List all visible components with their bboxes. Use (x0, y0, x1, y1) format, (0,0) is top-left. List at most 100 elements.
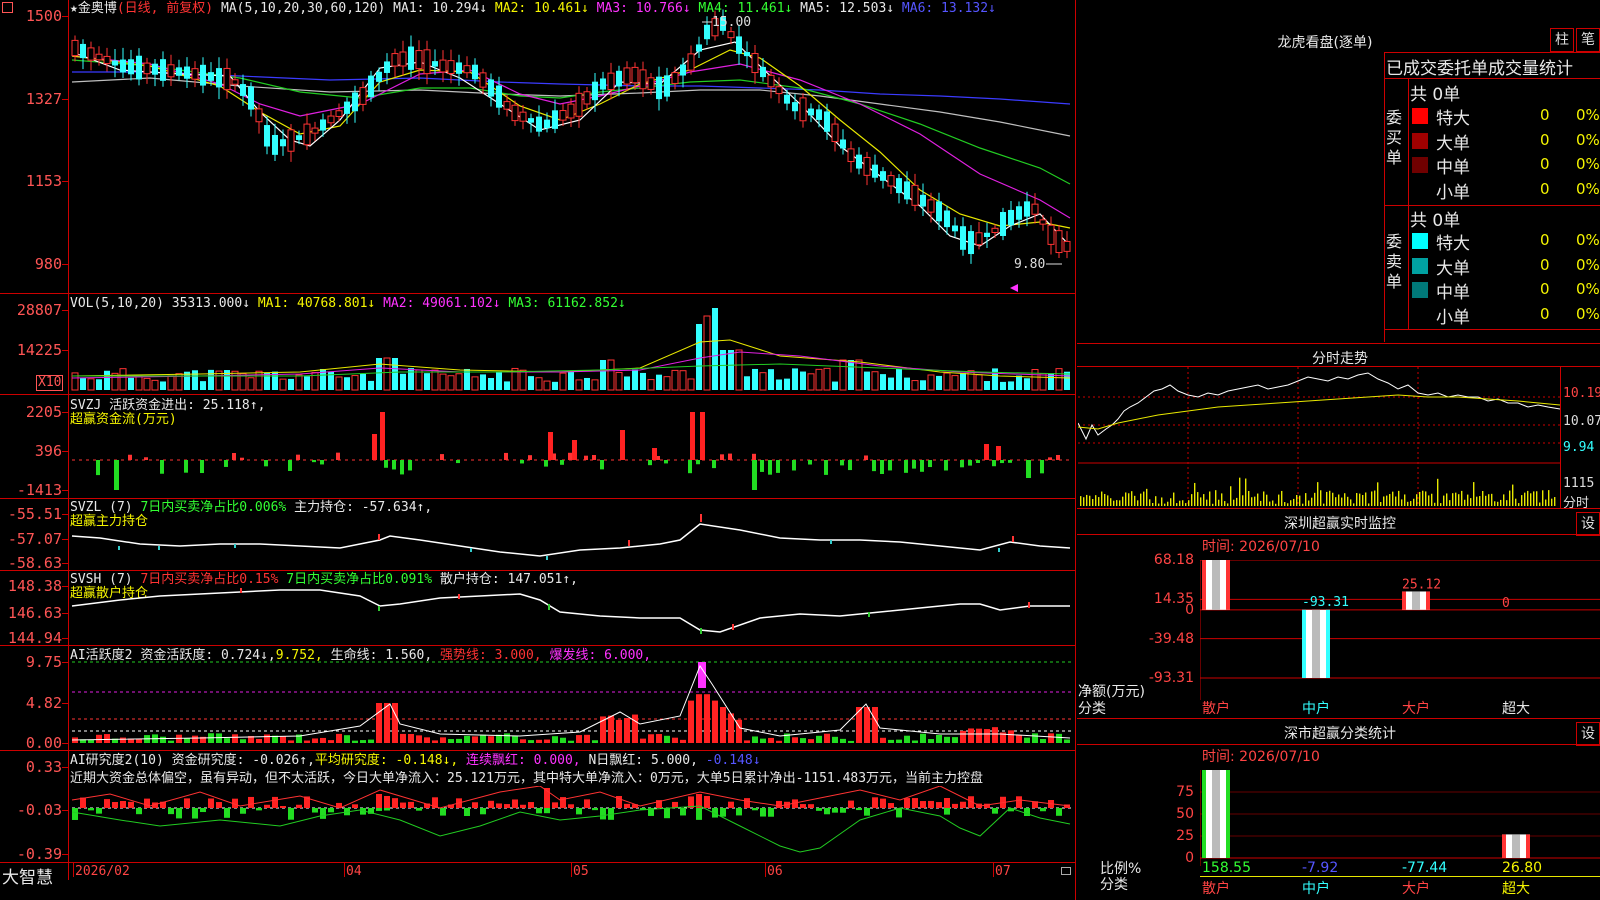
svzl-chart[interactable] (69, 499, 1075, 569)
intraday-vol-bar (1125, 492, 1127, 506)
candle (680, 64, 686, 76)
monitor-title: 深圳超赢实时监控 (1284, 516, 1396, 532)
intraday-vol-bar (1494, 501, 1496, 506)
row-pct: 0% (1576, 179, 1600, 198)
svzj-bar (944, 460, 948, 471)
intraday-vol-bar (1473, 482, 1475, 506)
ai1-bar (592, 740, 598, 743)
intraday-vol-bar (1356, 493, 1358, 506)
ai1-bar (216, 733, 222, 743)
monitor-bar-edge (1426, 591, 1430, 610)
candle (255, 108, 263, 123)
intraday-y-label: 9.94 (1563, 440, 1595, 455)
intraday-vol-bar (1497, 501, 1499, 506)
monitor-bar-label: 0 (1502, 596, 1510, 611)
x-label: 05 (573, 864, 589, 879)
intraday-vol-bar (1134, 495, 1136, 506)
ai1-chart[interactable] (69, 646, 1075, 749)
ai1-bar (232, 734, 238, 743)
vol-bar (640, 372, 646, 390)
ai1-bar (336, 733, 342, 743)
lock-icon[interactable] (1061, 867, 1071, 875)
candle (544, 119, 550, 129)
intraday-vol-bar (1146, 488, 1148, 506)
menu-corner-icon[interactable] (2, 2, 13, 13)
classify-chart[interactable] (1200, 770, 1600, 866)
ai2-part3: 连续飘红: 0.000, (466, 753, 581, 768)
svzj-bar (400, 460, 404, 475)
ai1-bar (776, 740, 782, 743)
candle (656, 76, 662, 100)
ai2-bar (760, 808, 766, 817)
intraday-vol-bar (1551, 498, 1553, 506)
ai2-chart[interactable] (69, 786, 1075, 861)
y-tick (62, 586, 68, 587)
sell-total: 共 0单 (1410, 211, 1461, 231)
tick-mode-button[interactable]: 笔 (1576, 28, 1600, 52)
row-value: 0 (1540, 304, 1550, 323)
candle (583, 91, 591, 105)
ai2-part5: -0.148↓ (705, 753, 761, 768)
ai2-bar (880, 798, 886, 808)
vol-bar (848, 360, 854, 390)
brand-label: 大智慧 (2, 868, 53, 888)
monitor-bar-edge (1226, 560, 1230, 610)
ai2-bar (296, 804, 302, 808)
candle (511, 104, 519, 122)
ai1-y-label: 9.75 (25, 653, 62, 671)
ai1-bar (360, 740, 366, 743)
price-chart[interactable]: 15.00 9.80 (69, 0, 1075, 293)
intraday-vol-bar (1389, 494, 1391, 506)
svzj-bar (690, 412, 695, 460)
vol-bar (543, 380, 551, 391)
svsh-chart[interactable] (69, 571, 1075, 644)
intraday-vol-bar (1188, 500, 1190, 506)
ai1-bar (936, 734, 942, 743)
candle (920, 194, 926, 207)
vol-bar (871, 371, 879, 391)
vol-bar (143, 377, 151, 391)
ai2-bar (584, 799, 590, 808)
classify-title: 深市超赢分类统计 (1284, 726, 1396, 742)
svzl-y-label: -57.07 (7, 530, 62, 548)
sell-group-label: 委卖单 (1386, 232, 1403, 291)
bar-mode-button[interactable]: 柱 (1550, 28, 1574, 52)
vol-bar (1031, 369, 1039, 391)
intraday-vol-bar (1530, 493, 1532, 506)
intraday-vol-bar (1542, 490, 1544, 506)
ai2-bar (472, 802, 478, 808)
vol-bar (208, 369, 214, 390)
ai2-bar (280, 805, 286, 808)
classify-value: -77.44 (1402, 860, 1448, 876)
vol-bar (160, 381, 166, 390)
svzj-chart[interactable] (69, 396, 1075, 497)
vol-bar (600, 360, 606, 390)
candle (272, 134, 278, 155)
ai2-bar (528, 802, 534, 808)
candle (824, 111, 830, 132)
ai1-bar (328, 740, 334, 743)
candle (280, 139, 286, 147)
candle (103, 55, 111, 65)
vol-bar (776, 379, 782, 390)
candle (671, 72, 679, 84)
intraday-vol-bar (1482, 491, 1484, 506)
ai1-line (71, 664, 1071, 741)
ai2-bar (440, 808, 446, 816)
intraday-vol-bar (1416, 494, 1418, 506)
ai1-bar (768, 737, 774, 743)
monitor-settings-button[interactable]: 设 (1576, 512, 1600, 536)
intraday-vol-bar (1209, 491, 1211, 506)
intraday-vol-bar (1452, 493, 1454, 506)
ai2-part1: 资金研究度: -0.026↑, (171, 753, 315, 768)
candle (616, 70, 622, 87)
monitor-chart[interactable]: 68.18 -93.31 25.12 0 (1200, 560, 1600, 720)
ai2-bar (112, 802, 118, 808)
svzj-bar (336, 452, 340, 460)
intraday-chart[interactable] (1078, 367, 1560, 507)
vol-chart[interactable] (69, 295, 1075, 393)
classify-settings-button[interactable]: 设 (1576, 722, 1600, 746)
svzj-bar (1056, 454, 1060, 460)
ai1-bar (616, 719, 622, 743)
vol-bar (615, 371, 623, 391)
